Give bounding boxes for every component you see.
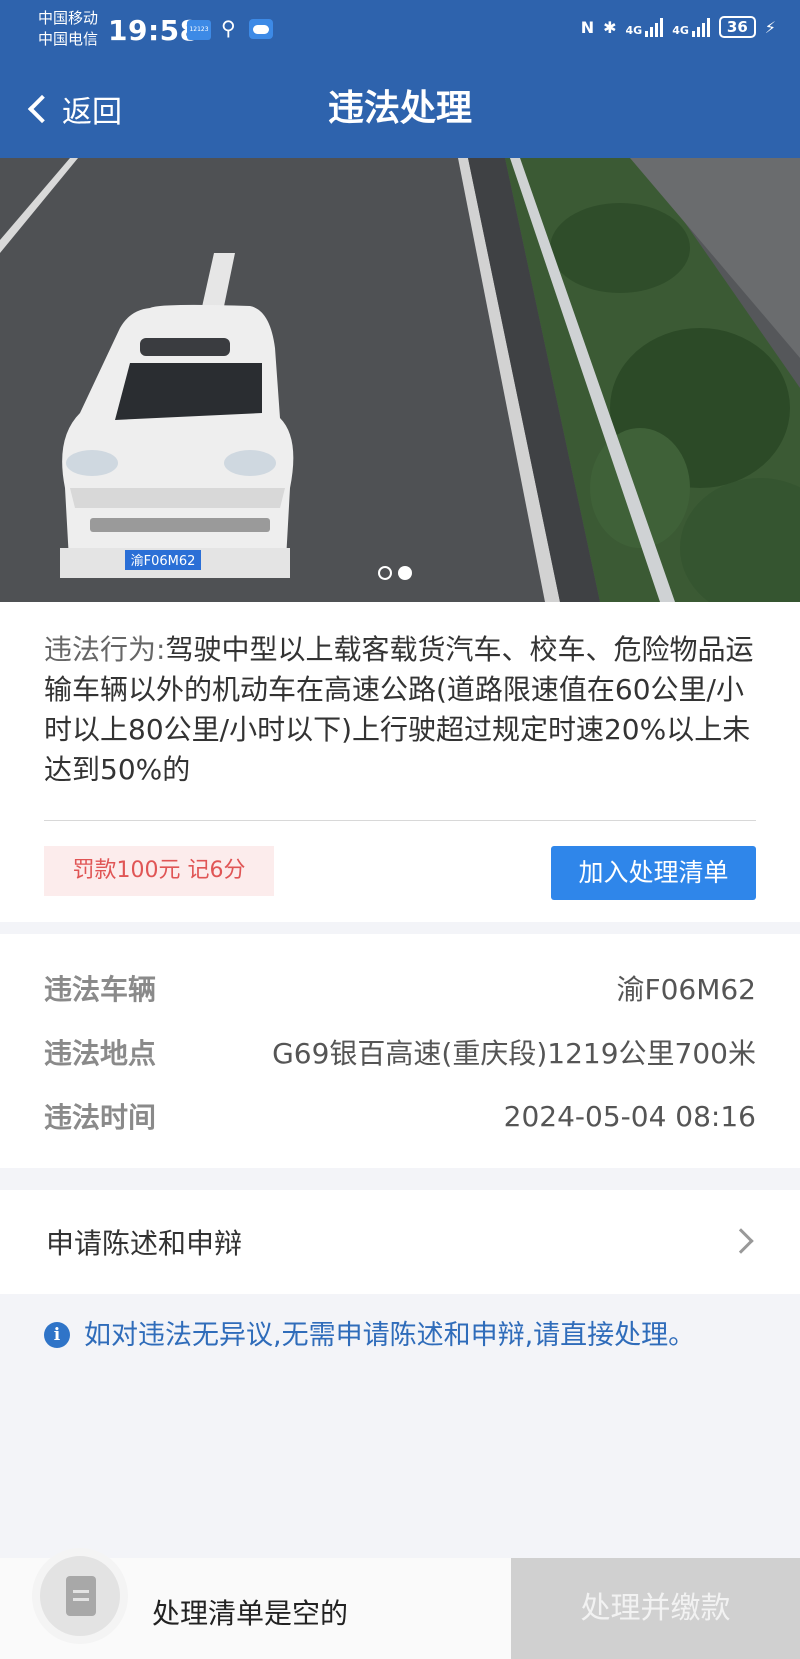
violation-card: 违法行为:驾驶中型以上载客载货汽车、校车、危险物品运输车辆以外的机动车在高速公路… bbox=[0, 602, 800, 922]
notice-text: 如对违法无异议,无需申请陈述和申辩,请直接处理。 bbox=[84, 1320, 696, 1351]
highway-camera-photo: 渝F06M62 bbox=[0, 158, 800, 602]
detail-row-vehicle: 违法车辆 渝F06M62 bbox=[44, 968, 756, 1008]
bottom-bar: 处理清单是空的 处理并缴款 bbox=[0, 1548, 800, 1659]
list-icon bbox=[66, 1576, 96, 1616]
carrier-1: 中国移动 bbox=[38, 9, 99, 27]
detail-value: 2024-05-04 08:16 bbox=[503, 1099, 756, 1133]
carrier-info: 中国移动 中国电信 bbox=[38, 8, 98, 50]
info-icon: i bbox=[44, 1322, 70, 1348]
violation-details-card: 违法车辆 渝F06M62 违法地点 G69银百高速(重庆段)1219公里700米… bbox=[0, 934, 800, 1168]
back-button[interactable]: 返回 bbox=[22, 86, 122, 132]
detail-key: 违法车辆 bbox=[44, 973, 157, 1006]
chevron-right-icon bbox=[728, 1228, 754, 1254]
carousel-dot-2[interactable] bbox=[398, 566, 412, 580]
violation-behavior-label: 违法行为: bbox=[44, 633, 166, 666]
app-header: 中国移动 中国电信 19:58 12123 ⚲ N ✱ 4G 4G 36 ⚡ 违… bbox=[0, 0, 800, 158]
notice: i 如对违法无异议,无需申请陈述和申辩,请直接处理。 bbox=[44, 1316, 756, 1356]
processing-list-status: 处理清单是空的 bbox=[152, 1597, 349, 1630]
traffic-app-notification-icon: 12123 bbox=[187, 20, 211, 40]
divider bbox=[44, 820, 756, 821]
violation-photo[interactable]: 渝F06M62 bbox=[0, 158, 800, 602]
detail-row-location: 违法地点 G69银百高速(重庆段)1219公里700米 bbox=[44, 1032, 756, 1072]
carousel-indicator bbox=[378, 566, 412, 580]
signal-icon-2: 4G bbox=[672, 17, 710, 37]
battery-icon: 36 bbox=[718, 16, 756, 38]
processing-list-button[interactable] bbox=[32, 1548, 128, 1644]
status-indicators: N ✱ 4G 4G 36 ⚡ bbox=[581, 16, 776, 38]
detail-value: 渝F06M62 bbox=[616, 973, 756, 1006]
bluetooth-icon: ✱ bbox=[603, 17, 617, 37]
carrier-2: 中国电信 bbox=[38, 30, 99, 48]
signal-icon-1: 4G bbox=[626, 17, 664, 37]
status-clock: 19:58 bbox=[108, 14, 200, 47]
back-label: 返回 bbox=[62, 95, 122, 130]
charging-icon: ⚡ bbox=[764, 17, 776, 37]
detail-value: G69银百高速(重庆段)1219公里700米 bbox=[272, 1037, 756, 1070]
status-bar: 中国移动 中国电信 19:58 12123 ⚲ N ✱ 4G 4G 36 ⚡ bbox=[0, 0, 800, 62]
appeal-row[interactable]: 申请陈述和申辩 bbox=[0, 1190, 800, 1294]
detail-key: 违法时间 bbox=[44, 1101, 157, 1134]
carousel-dot-1[interactable] bbox=[378, 566, 392, 580]
process-and-pay-button[interactable]: 处理并缴款 bbox=[511, 1558, 800, 1659]
detail-row-time: 违法时间 2024-05-04 08:16 bbox=[44, 1096, 756, 1136]
violation-description: 违法行为:驾驶中型以上载客载货汽车、校车、危险物品运输车辆以外的机动车在高速公路… bbox=[44, 630, 754, 790]
usb-icon: ⚲ bbox=[221, 16, 236, 40]
chevron-left-icon bbox=[27, 94, 57, 124]
nfc-icon: N bbox=[580, 17, 595, 37]
license-plate: 渝F06M62 bbox=[131, 553, 196, 569]
penalty-badge: 罚款100元 记6分 bbox=[44, 846, 274, 896]
network-type-label-2: 4G bbox=[672, 24, 689, 37]
appeal-label: 申请陈述和申辩 bbox=[46, 1227, 243, 1260]
network-type-label: 4G bbox=[625, 24, 643, 37]
detail-key: 违法地点 bbox=[44, 1037, 157, 1070]
cloud-icon bbox=[249, 19, 273, 39]
add-to-list-button[interactable]: 加入处理清单 bbox=[551, 846, 756, 900]
